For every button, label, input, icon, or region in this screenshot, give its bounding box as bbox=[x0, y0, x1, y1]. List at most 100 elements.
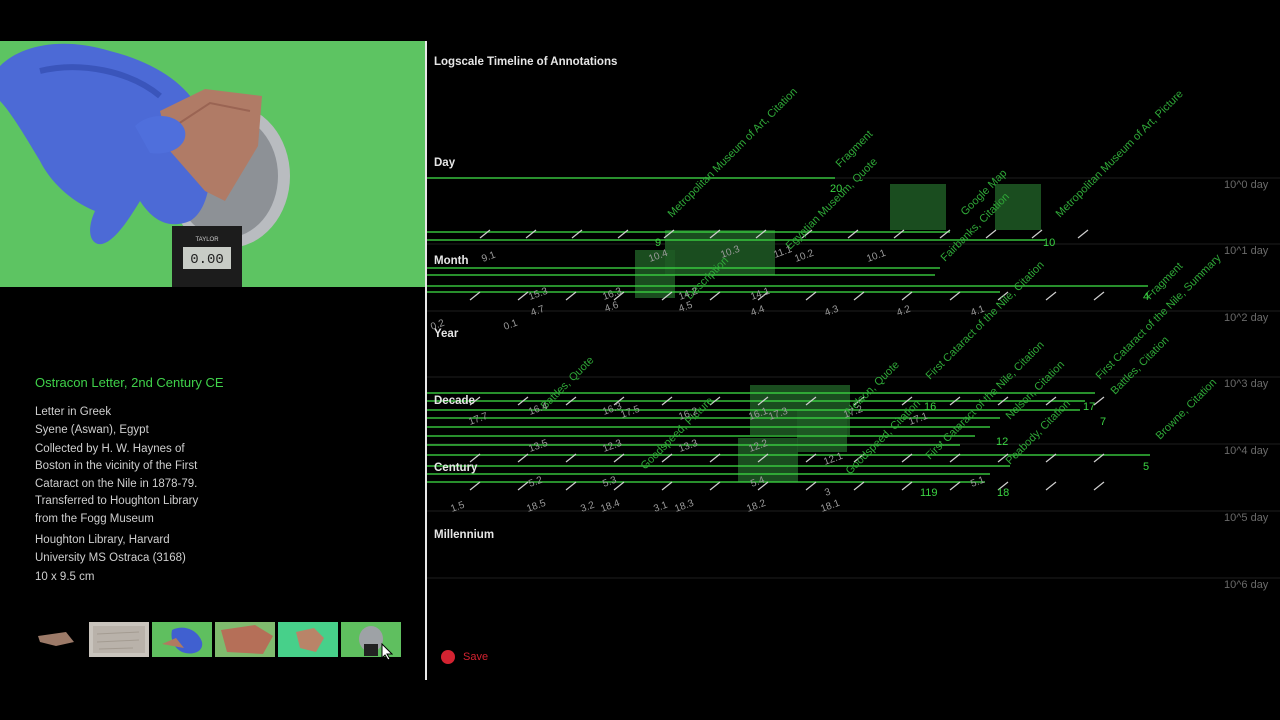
timeline-number: 17.1 bbox=[907, 411, 929, 428]
annotation-label: Fragment bbox=[834, 128, 876, 170]
thumb-ostracon-dark[interactable] bbox=[26, 622, 86, 657]
annotation-label: Battles, Citation bbox=[1109, 334, 1172, 397]
timeline-number: 5.4 bbox=[749, 475, 766, 490]
item-title: Ostracon Letter, 2nd Century CE bbox=[35, 375, 224, 390]
timeline-number: 12 bbox=[996, 436, 1008, 448]
timeline-number: 5 bbox=[1143, 461, 1149, 473]
timeline-number: 10.4 bbox=[647, 248, 669, 265]
scale-label-millennium: Millennium bbox=[434, 529, 495, 541]
timeline-number: 10.1 bbox=[865, 248, 887, 265]
log-label: 10^0 day bbox=[1224, 179, 1269, 191]
diagonal-tick bbox=[613, 291, 625, 301]
timeline-number: 3.2 bbox=[579, 500, 596, 515]
annotation-label: Browne, Citation bbox=[1154, 377, 1220, 443]
diagonal-tick bbox=[517, 453, 529, 463]
diagonal-tick bbox=[757, 396, 769, 406]
diagonal-tick bbox=[565, 396, 577, 406]
scale-label-year: Year bbox=[434, 328, 459, 340]
diagonal-tick bbox=[1093, 481, 1105, 491]
diagonal-tick bbox=[853, 453, 865, 463]
timeline-number: 10.2 bbox=[793, 248, 815, 265]
log-label: 10^2 day bbox=[1224, 312, 1269, 324]
timeline-number: 4.7 bbox=[529, 304, 546, 319]
scale-label-month: Month bbox=[434, 255, 469, 267]
diagonal-tick bbox=[709, 229, 721, 239]
record-dot-icon bbox=[441, 650, 455, 664]
timeline-number: 16 bbox=[924, 401, 936, 413]
diagonal-tick bbox=[757, 453, 769, 463]
info-line: Letter in Greek bbox=[35, 406, 112, 418]
diagonal-tick bbox=[853, 481, 865, 491]
timeline-number: 0.1 bbox=[502, 318, 519, 333]
diagonal-tick bbox=[661, 481, 673, 491]
range-block bbox=[635, 250, 675, 298]
log-label: 10^6 day bbox=[1224, 579, 1269, 591]
diagonal-tick bbox=[901, 481, 913, 491]
diagonal-tick bbox=[479, 229, 491, 239]
range-block bbox=[890, 184, 946, 230]
diagonal-tick bbox=[901, 396, 913, 406]
timeline-number: 18.2 bbox=[745, 498, 767, 515]
timeline-number: 4.1 bbox=[969, 304, 986, 319]
diagonal-tick bbox=[1045, 453, 1057, 463]
diagonal-tick bbox=[469, 481, 481, 491]
timeline-number: 3.1 bbox=[652, 500, 669, 515]
diagonal-tick bbox=[661, 396, 673, 406]
timeline-number: 10.3 bbox=[719, 244, 741, 261]
info-line: Houghton Library, Harvard bbox=[35, 534, 170, 546]
diagonal-tick bbox=[853, 396, 865, 406]
timeline-number: 4.3 bbox=[823, 304, 840, 319]
diagonal-tick bbox=[663, 229, 675, 239]
diagonal-tick bbox=[901, 453, 913, 463]
timeline-number: 18.5 bbox=[525, 498, 547, 515]
timeline-number: 4.6 bbox=[603, 300, 620, 315]
diagonal-tick bbox=[997, 291, 1009, 301]
diagonal-tick bbox=[1045, 481, 1057, 491]
annotation-label: Egyptian Museum, Quote bbox=[784, 156, 880, 252]
diagonal-tick bbox=[525, 229, 537, 239]
thumb-ostracon-green[interactable] bbox=[278, 622, 338, 657]
timeline-number: 9 bbox=[655, 237, 661, 249]
diagonal-tick bbox=[847, 229, 859, 239]
diagonal-tick bbox=[661, 453, 673, 463]
diagonal-tick bbox=[853, 291, 865, 301]
diagonal-tick bbox=[801, 229, 813, 239]
thumb-gloved-hand[interactable] bbox=[152, 622, 212, 657]
annotation-label: Metropolitan Museum of Art, Citation bbox=[666, 86, 800, 220]
diagonal-tick bbox=[805, 453, 817, 463]
diagonal-tick bbox=[1031, 229, 1043, 239]
save-label: Save bbox=[463, 651, 489, 663]
video-panel[interactable]: 0.00 TAYLOR bbox=[0, 41, 425, 287]
annotation-label: Peabody, Citation bbox=[1004, 398, 1073, 467]
diagonal-tick bbox=[613, 396, 625, 406]
save-button[interactable]: Save bbox=[441, 650, 488, 664]
mouse-cursor-icon bbox=[381, 643, 393, 661]
annotation-label: Nelson, Citation bbox=[1004, 359, 1067, 422]
diagonal-tick bbox=[661, 291, 673, 301]
info-line: Boston in the vicinity of the First bbox=[35, 460, 198, 472]
timeline-number: 4 bbox=[1143, 291, 1149, 303]
timeline-number: 18.3 bbox=[673, 498, 695, 515]
timeline-number: 4.5 bbox=[677, 300, 694, 315]
timeline-number: 10 bbox=[1043, 237, 1055, 249]
timeline-number: 5.1 bbox=[969, 475, 986, 490]
app-stage: 0.00 TAYLOR Ostracon Letter, 2nd Century… bbox=[0, 0, 1280, 720]
thumb-ostracon-texture[interactable] bbox=[89, 622, 149, 657]
diagonal-tick bbox=[565, 481, 577, 491]
log-label: 10^4 day bbox=[1224, 445, 1269, 457]
timeline-number: 4.2 bbox=[895, 304, 912, 319]
timeline-number: 5.2 bbox=[527, 475, 544, 490]
thumb-ostracon-closeup[interactable] bbox=[215, 622, 275, 657]
info-line: Collected by H. W. Haynes of bbox=[35, 443, 185, 455]
diagonal-tick bbox=[469, 291, 481, 301]
diagonal-tick bbox=[613, 453, 625, 463]
diagonal-tick bbox=[1077, 229, 1089, 239]
timeline-number: 13.3 bbox=[677, 438, 699, 455]
diagonal-tick bbox=[997, 453, 1009, 463]
timeline-number: 17.3 bbox=[767, 406, 789, 423]
timeline-number: 20 bbox=[830, 183, 842, 195]
timeline-number: 4.4 bbox=[749, 304, 766, 319]
annotation-label: Fairbanks, Citation bbox=[939, 191, 1012, 264]
annotation-label: Battles, Quote bbox=[539, 354, 597, 412]
scale-label-decade: Decade bbox=[434, 395, 475, 407]
